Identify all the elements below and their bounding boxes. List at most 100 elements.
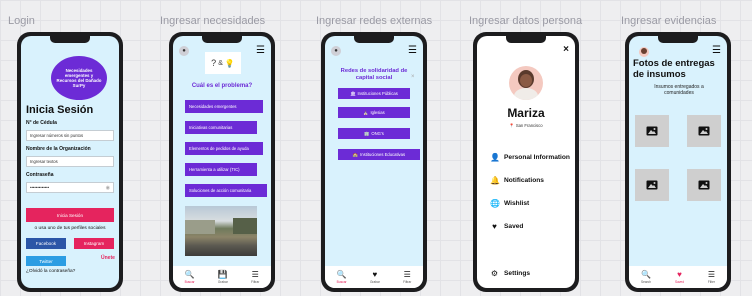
bottom-nav: 🔍 Buscar ♥ Grabar ☰ Filtrar — [325, 266, 423, 288]
needs-option-0[interactable]: Necesidades emergentes — [185, 100, 263, 113]
menu-saved[interactable]: ♥ Saved — [490, 222, 523, 231]
phone-person: × Mariza 📍 San Francisco 👤 Personal Info… — [473, 32, 579, 292]
menu-icon[interactable]: ☰ — [408, 46, 417, 56]
nav-filter-label: Filtrar — [251, 279, 260, 284]
menu-label: Notifications — [504, 177, 544, 184]
forgot-password-link[interactable]: ¿Olvidó la contraseña? — [26, 269, 75, 274]
menu-wishlist[interactable]: 🌐 Wishlist — [490, 199, 529, 208]
evidence-photo-3[interactable] — [635, 169, 669, 201]
phone-notch — [202, 36, 242, 43]
image-icon — [646, 180, 658, 190]
church-icon: ⛪ — [363, 109, 369, 115]
needs-option-4[interactable]: Soluciones de acción comunitaria — [185, 184, 267, 197]
app-logo: Necesidades emergentes y Recursos del Da… — [51, 56, 107, 100]
network-option-label: Iglesias — [370, 110, 385, 115]
image-icon — [698, 180, 710, 190]
frame-label-login: Login — [8, 15, 35, 27]
save-icon: 💾 — [217, 269, 228, 279]
evidence-photo-2[interactable] — [687, 115, 721, 147]
profile-location: 📍 San Francisco — [477, 123, 575, 129]
password-value: ••••••••••••• — [30, 185, 50, 190]
login-button-label: Inicia Sesión — [56, 212, 84, 218]
twitter-label: Twitter — [39, 258, 53, 264]
password-field[interactable]: ••••••••••••• ◉ — [26, 182, 114, 193]
network-option-label: ONG's — [371, 131, 384, 136]
person-icon: 👤 — [490, 153, 500, 162]
needs-option-2[interactable]: Elementos de pedidos de ayuda — [185, 142, 263, 155]
close-icon[interactable]: × — [411, 74, 415, 80]
org-field[interactable]: Ingresar textos — [26, 156, 114, 167]
menu-settings[interactable]: ⚙ Settings — [490, 269, 530, 278]
eye-icon[interactable]: ◉ — [106, 185, 110, 191]
user-avatar[interactable]: ● — [331, 46, 341, 56]
heart-icon: ♥ — [372, 269, 378, 279]
nav-search[interactable]: 🔍 Buscar — [336, 269, 347, 284]
nav-save[interactable]: 💾 Grabar — [217, 269, 228, 284]
frame-label-networks: Ingresar redes externas — [316, 15, 433, 27]
app-logo-text: Necesidades emergentes y Recursos del Da… — [56, 68, 102, 88]
id-field[interactable]: Ingresar números sin puntos — [26, 130, 114, 141]
menu-icon[interactable]: ☰ — [712, 46, 721, 56]
facebook-button[interactable]: Facebook — [26, 238, 66, 249]
phone-notch — [658, 36, 698, 43]
menu-label: Settings — [504, 270, 531, 277]
nav-search-label: Buscar — [336, 279, 347, 284]
user-avatar[interactable]: ● — [179, 46, 189, 56]
nav-saved-label: Saved — [674, 279, 684, 284]
location-pin-icon: 📍 — [509, 123, 515, 128]
menu-icon[interactable]: ☰ — [256, 46, 265, 56]
id-label: N° de Cédula — [26, 120, 57, 126]
filter-icon: ☰ — [403, 269, 411, 279]
needs-option-1[interactable]: Iniciativas comunitarias — [185, 121, 257, 134]
bottom-nav: 🔍 Buscar 💾 Grabar ☰ Filtrar — [173, 266, 271, 288]
phone-notch — [354, 36, 394, 43]
nav-filter[interactable]: ☰ Filtrar — [251, 270, 260, 284]
networks-screen: ● ☰ Redes de solidaridad de capital soci… — [325, 36, 423, 288]
nav-filter[interactable]: ☰ Filter — [707, 270, 715, 284]
profile-photo — [509, 66, 543, 100]
network-option-1[interactable]: ⛪ Iglesias — [338, 107, 410, 118]
globe-icon: 🌐 — [490, 199, 500, 208]
network-option-label: Instituciones Educativas — [360, 152, 406, 157]
menu-personal-information[interactable]: 👤 Personal Information — [490, 153, 570, 162]
twitter-button[interactable]: Twitter — [26, 256, 66, 266]
network-option-2[interactable]: 🏢 ONG's — [338, 128, 410, 139]
org-label: Nombre de la Organización — [26, 146, 91, 152]
menu-notifications[interactable]: 🔔 Notifications — [490, 176, 544, 185]
nav-save-label: Grabar — [369, 279, 380, 284]
nav-saved[interactable]: ♥ Saved — [674, 270, 684, 284]
evidence-photo-1[interactable] — [635, 115, 669, 147]
frame-label-evidence: Ingresar evidencias — [621, 15, 717, 27]
evidence-photo-4[interactable] — [687, 169, 721, 201]
needs-option-3[interactable]: Herramienta a utilizar (TIC) — [185, 163, 257, 176]
image-icon — [698, 126, 710, 136]
profile-name: Mariza — [507, 106, 545, 120]
network-option-0[interactable]: 🏛 Instituciones Públicas — [338, 88, 410, 99]
nav-search-label: Buscar — [184, 279, 195, 284]
gear-icon: ⚙ — [490, 269, 499, 278]
search-icon: 🔍 — [184, 269, 195, 279]
nav-filter-label: Filter — [707, 279, 715, 284]
people-illustration: ? & 💡 — [205, 52, 241, 74]
nav-search[interactable]: 🔍 Search — [641, 270, 651, 284]
heart-icon: ♥ — [492, 222, 497, 231]
nav-filter[interactable]: ☰ Filtrar — [403, 269, 411, 284]
menu-label: Saved — [504, 223, 524, 230]
instagram-button[interactable]: Instagram — [74, 238, 114, 249]
networks-title: Redes de solidaridad de capital social — [340, 68, 408, 81]
register-link[interactable]: Únete — [101, 255, 115, 261]
login-title: Inicia Sesión — [26, 104, 94, 116]
close-icon[interactable]: × — [563, 44, 569, 55]
instagram-label: Instagram — [83, 241, 105, 246]
nav-search[interactable]: 🔍 Buscar — [184, 269, 195, 284]
user-avatar[interactable] — [639, 47, 649, 57]
person-screen: × Mariza 📍 San Francisco 👤 Personal Info… — [477, 36, 575, 288]
network-option-3[interactable]: 🏫 Instituciones Educativas — [338, 149, 420, 160]
social-text: o usa uno de tus perfiles sociales — [34, 226, 106, 231]
bell-icon: 🔔 — [490, 176, 500, 185]
password-label: Contraseña — [26, 172, 54, 178]
phone-notch — [506, 36, 546, 43]
login-button[interactable]: Inicia Sesión — [26, 208, 114, 222]
search-icon: 🔍 — [336, 269, 347, 279]
nav-save[interactable]: ♥ Grabar — [369, 269, 380, 284]
